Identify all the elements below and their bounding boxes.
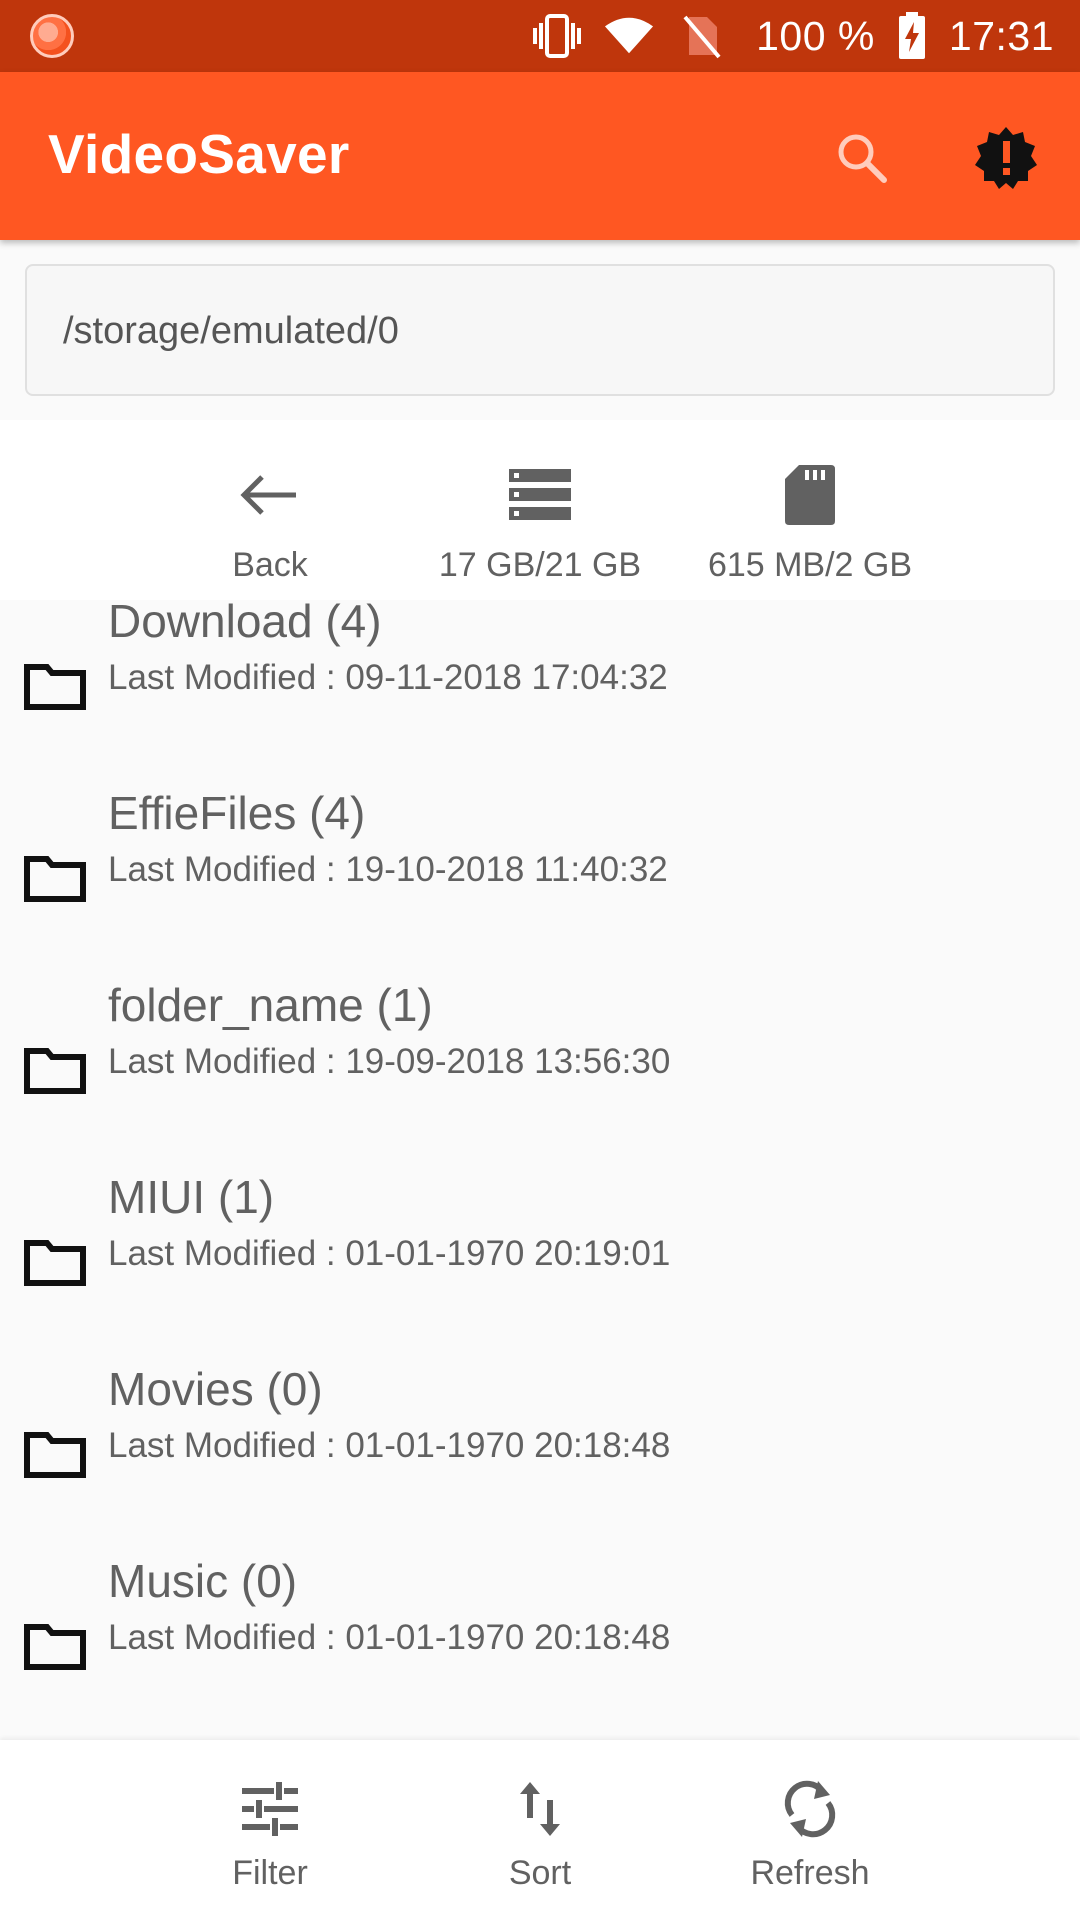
search-button[interactable]: [826, 122, 898, 194]
battery-percent: 100 %: [756, 12, 875, 59]
filter-button[interactable]: Filter: [170, 1776, 370, 1906]
folder-modified: Last Modified : 01-01-1970 20:18:48: [108, 1426, 671, 1465]
folder-name: MIUI (1): [108, 1171, 275, 1223]
folder-modified: Last Modified : 19-09-2018 13:56:30: [108, 1042, 671, 1081]
back-label: Back: [232, 546, 308, 584]
storage-icon: [509, 469, 571, 520]
search-icon: [838, 134, 887, 183]
tune-icon: [242, 1782, 298, 1836]
folder-icon: [24, 1624, 86, 1670]
folder-icon: [24, 1048, 86, 1094]
sd-card-icon: [785, 465, 835, 525]
folder-name: folder_name (1): [108, 979, 433, 1031]
folder-name: EffieFiles (4): [108, 787, 366, 839]
status-bar: 100 % 17:31: [0, 0, 1080, 72]
internal-storage-label: 17 GB/21 GB: [438, 546, 642, 584]
path-field[interactable]: /storage/emulated/0: [25, 264, 1055, 396]
clock: 17:31: [948, 12, 1054, 59]
wifi-icon: [604, 11, 654, 61]
refresh-button[interactable]: Refresh: [710, 1776, 910, 1906]
app-title: VideoSaver: [48, 123, 350, 185]
list-item[interactable]: Download (4) Last Modified : 09-11-2018 …: [0, 600, 1080, 782]
sort-icon: [520, 1782, 560, 1836]
refresh-icon: [784, 1780, 836, 1838]
folder-name: Download (4): [108, 600, 382, 647]
no-sim-icon: [676, 11, 726, 61]
sd-card-label: 615 MB/2 GB: [707, 546, 913, 584]
folder-modified: Last Modified : 09-11-2018 17:04:32: [108, 658, 668, 697]
battery-charging-icon: [897, 11, 927, 61]
folder-icon: [24, 856, 86, 902]
list-item[interactable]: folder_name (1) Last Modified : 19-09-20…: [0, 974, 1080, 1166]
sd-card-button[interactable]: 615 MB/2 GB: [700, 460, 920, 590]
folder-icon: [24, 664, 86, 710]
list-item[interactable]: Music (0) Last Modified : 01-01-1970 20:…: [0, 1550, 1080, 1740]
folder-icon: [24, 1432, 86, 1478]
list-item[interactable]: EffieFiles (4) Last Modified : 19-10-201…: [0, 782, 1080, 974]
refresh-label: Refresh: [750, 1854, 870, 1892]
app-bar: VideoSaver: [0, 72, 1080, 240]
back-button[interactable]: Back: [160, 460, 380, 590]
arrow-left-icon: [240, 475, 296, 515]
app-notification-icon: [30, 14, 74, 58]
path-text: /storage/emulated/0: [63, 310, 399, 352]
storage-nav: Back 17 GB/21 GB 615 MB/2 GB: [0, 420, 1080, 600]
folder-name: Movies (0): [108, 1363, 323, 1415]
folder-name: Music (0): [108, 1555, 298, 1607]
filter-label: Filter: [232, 1854, 308, 1892]
vibrate-icon: [532, 11, 582, 61]
status-icons: 100 % 17:31: [532, 0, 1054, 72]
alert-button[interactable]: [970, 122, 1042, 194]
list-item[interactable]: Movies (0) Last Modified : 01-01-1970 20…: [0, 1358, 1080, 1550]
folder-list: Download (4) Last Modified : 09-11-2018 …: [0, 600, 1080, 1740]
folder-icon: [24, 1240, 86, 1286]
sort-label: Sort: [508, 1854, 572, 1892]
sort-button[interactable]: Sort: [440, 1776, 640, 1906]
folder-modified: Last Modified : 01-01-1970 20:18:48: [108, 1618, 671, 1657]
folder-modified: Last Modified : 19-10-2018 11:40:32: [108, 850, 668, 889]
folder-modified: Last Modified : 01-01-1970 20:19:01: [108, 1234, 671, 1273]
internal-storage-button[interactable]: 17 GB/21 GB: [430, 460, 650, 590]
bottom-action-bar: Filter Sort Refresh: [0, 1740, 1080, 1920]
list-item[interactable]: MIUI (1) Last Modified : 01-01-1970 20:1…: [0, 1166, 1080, 1358]
alert-badge-icon: [975, 127, 1037, 189]
